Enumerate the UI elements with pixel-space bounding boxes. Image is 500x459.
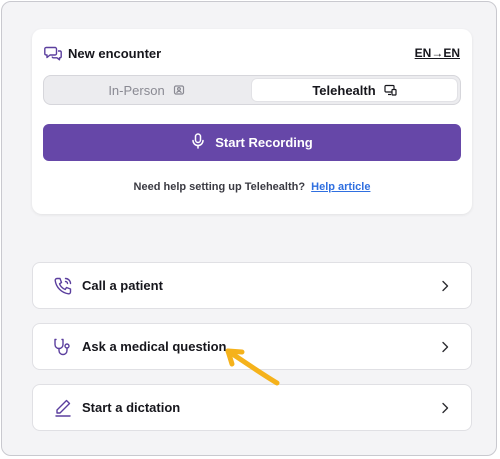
annotation-arrow-icon xyxy=(222,344,284,395)
video-screen-icon xyxy=(384,84,397,96)
telehealth-help: Need help setting up Telehealth? Help ar… xyxy=(32,181,472,193)
phone-icon xyxy=(53,276,73,296)
person-badge-icon xyxy=(173,84,185,96)
call-patient-card[interactable]: Call a patient xyxy=(32,262,472,309)
help-article-link[interactable]: Help article xyxy=(311,181,370,193)
chevron-right-icon xyxy=(441,280,449,292)
tab-in-person-label: In-Person xyxy=(108,82,165,98)
chevron-right-icon xyxy=(441,341,449,353)
encounter-header: New encounter EN→EN xyxy=(44,43,460,63)
new-encounter-card: New encounter EN→EN In-Person Telehealth xyxy=(32,29,472,214)
encounter-title: New encounter xyxy=(68,45,162,61)
start-recording-label: Start Recording xyxy=(215,135,313,150)
help-text: Need help setting up Telehealth? xyxy=(133,181,306,193)
language-toggle[interactable]: EN→EN xyxy=(415,46,460,60)
stethoscope-icon xyxy=(53,337,73,357)
pen-icon xyxy=(53,398,73,418)
start-recording-button[interactable]: Start Recording xyxy=(43,124,461,161)
chevron-right-icon xyxy=(441,402,449,414)
call-patient-label: Call a patient xyxy=(82,278,163,293)
start-dictation-label: Start a dictation xyxy=(82,400,181,415)
chat-bubbles-icon xyxy=(44,44,62,62)
tab-telehealth-label: Telehealth xyxy=(312,82,376,98)
tab-telehealth[interactable]: Telehealth xyxy=(251,78,458,102)
app-frame: New encounter EN→EN In-Person Telehealth xyxy=(1,1,497,456)
encounter-mode-toggle: In-Person Telehealth xyxy=(43,75,461,105)
ask-medical-question-label: Ask a medical question xyxy=(82,339,227,354)
tab-in-person[interactable]: In-Person xyxy=(44,76,249,104)
microphone-icon xyxy=(191,133,205,152)
